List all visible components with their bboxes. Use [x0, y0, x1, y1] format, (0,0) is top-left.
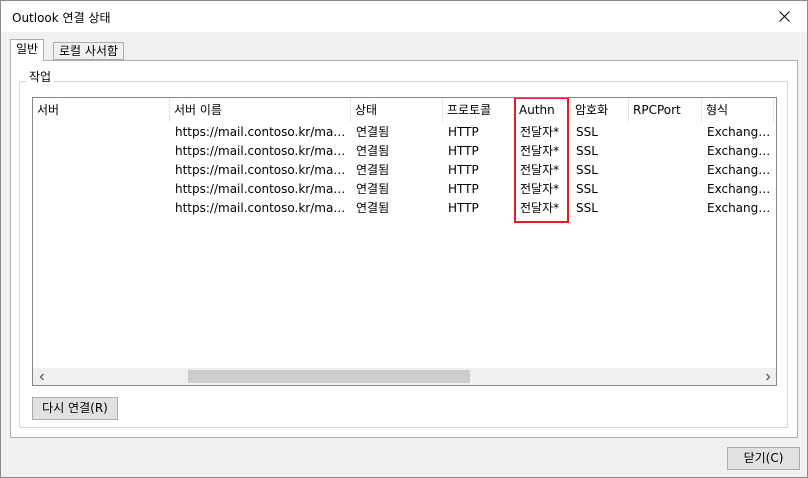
- cell-server: [33, 161, 170, 180]
- cell-server-name: https://mail.contoso.kr/mapi/...: [175, 144, 351, 158]
- column-header-encryption[interactable]: 암호화: [571, 98, 629, 122]
- cell-encryption: SSL: [576, 201, 598, 215]
- cell-server: [33, 180, 170, 199]
- column-header-rpcport[interactable]: RPCPort: [629, 98, 702, 122]
- table-row[interactable]: https://mail.contoso.kr/mapi/... 연결됨 HTT…: [33, 123, 774, 142]
- cell-status: 연결됨: [356, 163, 390, 177]
- cell-status: 연결됨: [356, 201, 390, 215]
- cell-authn: 전달자*: [520, 163, 560, 177]
- tab-general[interactable]: 일반: [10, 39, 45, 61]
- cell-protocol: HTTP: [448, 201, 479, 215]
- close-button[interactable]: 닫기(C): [727, 447, 800, 470]
- close-icon: [778, 11, 790, 22]
- list-header: 서버 서버 이름 상태 프로토콜 Authn 암호화 RPCPort 형식: [33, 98, 774, 122]
- cell-type: Exchange...: [707, 144, 774, 158]
- cell-authn: 전달자*: [520, 125, 560, 139]
- horizontal-scrollbar[interactable]: [33, 368, 776, 385]
- cell-server: [33, 199, 170, 218]
- scroll-right-button[interactable]: [759, 368, 776, 385]
- cell-server-name: https://mail.contoso.kr/mapi/...: [175, 163, 351, 177]
- cell-protocol: HTTP: [448, 182, 479, 196]
- cell-encryption: SSL: [576, 144, 598, 158]
- cell-encryption: SSL: [576, 182, 598, 196]
- cell-encryption: SSL: [576, 163, 598, 177]
- cell-status: 연결됨: [356, 125, 390, 139]
- cell-rpcport: [629, 142, 702, 161]
- cell-authn: 전달자*: [520, 201, 560, 215]
- scroll-thumb[interactable]: [188, 370, 470, 383]
- cell-protocol: HTTP: [448, 144, 479, 158]
- close-window-button[interactable]: [761, 1, 807, 32]
- cell-protocol: HTTP: [448, 125, 479, 139]
- table-row[interactable]: https://mail.contoso.kr/mapi/... 연결됨 HTT…: [33, 180, 774, 199]
- cell-rpcport: [629, 161, 702, 180]
- table-row[interactable]: https://mail.contoso.kr/mapi/... 연결됨 HTT…: [33, 142, 774, 161]
- scroll-left-button[interactable]: [33, 368, 50, 385]
- column-header-status[interactable]: 상태: [351, 98, 443, 122]
- table-row[interactable]: https://mail.contoso.kr/mapi/... 연결됨 HTT…: [33, 161, 774, 180]
- chevron-left-icon: [39, 373, 44, 380]
- chevron-right-icon: [765, 373, 770, 380]
- cell-protocol: HTTP: [448, 163, 479, 177]
- window-title: Outlook 연결 상태: [12, 11, 111, 25]
- column-header-type[interactable]: 형식: [702, 98, 774, 122]
- cell-status: 연결됨: [356, 144, 390, 158]
- cell-rpcport: [629, 180, 702, 199]
- reconnect-button[interactable]: 다시 연결(R): [32, 397, 118, 420]
- cell-status: 연결됨: [356, 182, 390, 196]
- cell-server-name: https://mail.contoso.kr/mapi/...: [175, 125, 351, 139]
- cell-type: Exchange...: [707, 201, 774, 215]
- activity-group-label: 작업: [26, 68, 55, 85]
- cell-type: Exchange...: [707, 182, 774, 196]
- column-header-server[interactable]: 서버: [33, 98, 170, 122]
- cell-server-name: https://mail.contoso.kr/mapi/...: [175, 182, 351, 196]
- cell-authn: 전달자*: [520, 182, 560, 196]
- cell-server-name: https://mail.contoso.kr/mapi/...: [175, 201, 351, 215]
- cell-rpcport: [629, 123, 702, 142]
- connection-status-window: Outlook 연결 상태 일반 로컬 사서함 작업 서버 서버 이름 상태 프…: [0, 0, 808, 478]
- table-row[interactable]: https://mail.contoso.kr/mapi/... 연결됨 HTT…: [33, 199, 774, 218]
- cell-type: Exchange...: [707, 163, 774, 177]
- cell-rpcport: [629, 199, 702, 218]
- title-bar: Outlook 연결 상태: [1, 1, 807, 32]
- cell-server: [33, 123, 170, 142]
- cell-encryption: SSL: [576, 125, 598, 139]
- cell-type: Exchange...: [707, 125, 774, 139]
- column-header-protocol[interactable]: 프로토콜: [443, 98, 515, 122]
- connection-list[interactable]: 서버 서버 이름 상태 프로토콜 Authn 암호화 RPCPort 형식 ht…: [32, 97, 777, 386]
- tab-local-mailbox[interactable]: 로컬 사서함: [53, 42, 125, 60]
- column-header-authn[interactable]: Authn: [515, 98, 571, 122]
- cell-authn: 전달자*: [520, 144, 560, 158]
- cell-server: [33, 142, 170, 161]
- column-header-server-name[interactable]: 서버 이름: [170, 98, 351, 122]
